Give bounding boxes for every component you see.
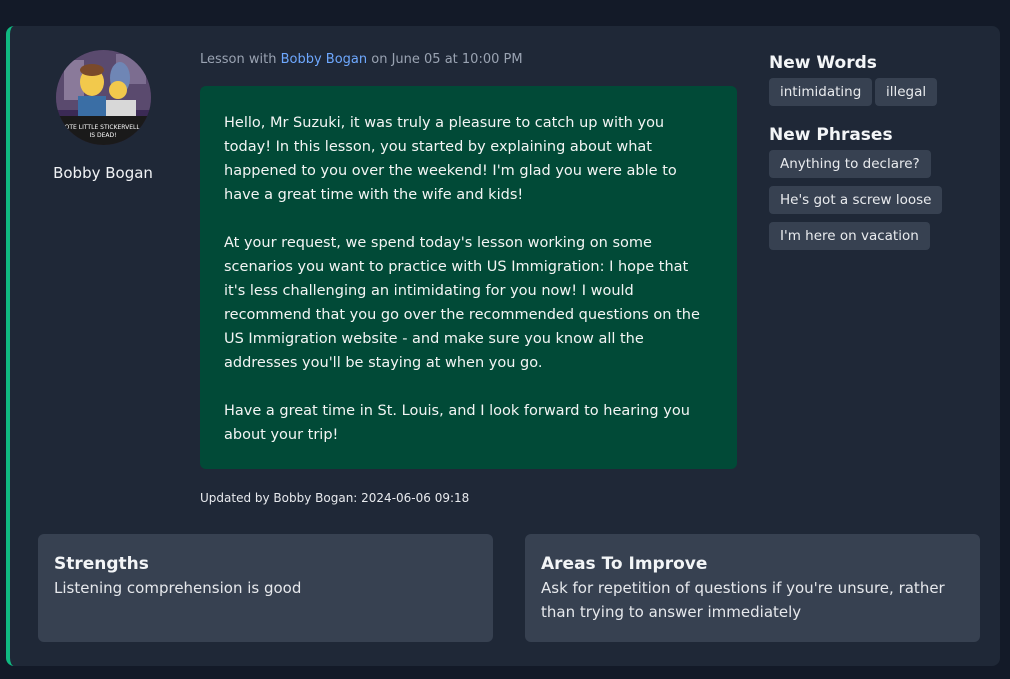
strengths-title: Strengths	[54, 554, 149, 574]
new-phrases-title: New Phrases	[769, 125, 893, 145]
areas-to-improve-panel: Areas To Improve Ask for repetition of q…	[525, 534, 980, 642]
areas-to-improve-title: Areas To Improve	[541, 554, 708, 574]
areas-to-improve-text: Ask for repetition of questions if you'r…	[541, 579, 945, 621]
avatar-caption-line2: IS DEAD!	[89, 132, 116, 139]
avatar-caption-line1: A NOTE LITTLE STICKERVELL, H/I	[56, 124, 151, 131]
lesson-header-prefix: Lesson with	[200, 52, 281, 67]
message-paragraph: Hello, Mr Suzuki, it was truly a pleasur…	[224, 115, 677, 203]
new-phrase-tag: Anything to declare?	[769, 150, 931, 178]
new-word-tag: intimidating	[769, 78, 873, 106]
message-paragraph: At your request, we spend today's lesson…	[224, 235, 700, 371]
tutor-profile-link[interactable]: Bobby Bogan	[281, 52, 368, 67]
message-paragraph: Have a great time in St. Louis, and I lo…	[224, 403, 690, 443]
new-words-title: New Words	[769, 53, 877, 73]
lesson-message: Hello, Mr Suzuki, it was truly a pleasur…	[200, 86, 737, 469]
strengths-panel: Strengths Listening comprehension is goo…	[38, 534, 493, 642]
tutor-avatar: A NOTE LITTLE STICKERVELL, H/I IS DEAD!	[56, 50, 151, 145]
new-word-tag: illegal	[875, 78, 938, 106]
tutor-name: Bobby Bogan	[53, 164, 153, 182]
new-phrase-tag: He's got a screw loose	[769, 186, 943, 214]
lesson-date: on June 05 at 10:00 PM	[367, 52, 523, 67]
new-phrase-tag: I'm here on vacation	[769, 222, 930, 250]
lesson-header: Lesson with Bobby Bogan on June 05 at 10…	[200, 52, 523, 67]
lesson-card: A NOTE LITTLE STICKERVELL, H/I IS DEAD! …	[6, 26, 1000, 666]
strengths-text: Listening comprehension is good	[54, 579, 302, 597]
updated-info: Updated by Bobby Bogan: 2024-06-06 09:18	[200, 491, 470, 505]
